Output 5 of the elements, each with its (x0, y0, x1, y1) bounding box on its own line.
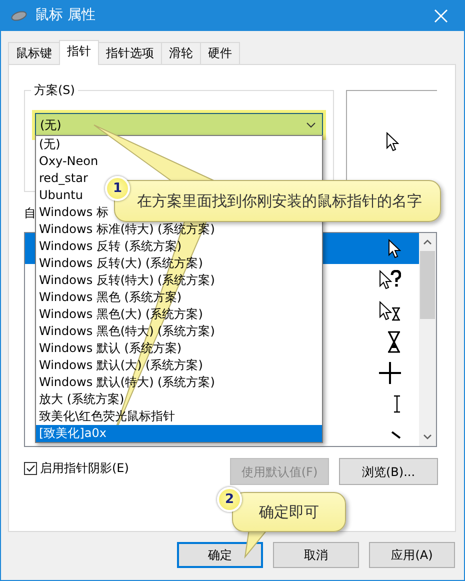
window-title: 鼠标 属性 (35, 6, 96, 25)
callout-text: 确定即可 (232, 492, 346, 532)
group-label: 方案(S) (31, 82, 78, 98)
customize-label: 自 (24, 205, 37, 221)
checkbox-label: 启用指针阴影(E) (40, 460, 129, 477)
